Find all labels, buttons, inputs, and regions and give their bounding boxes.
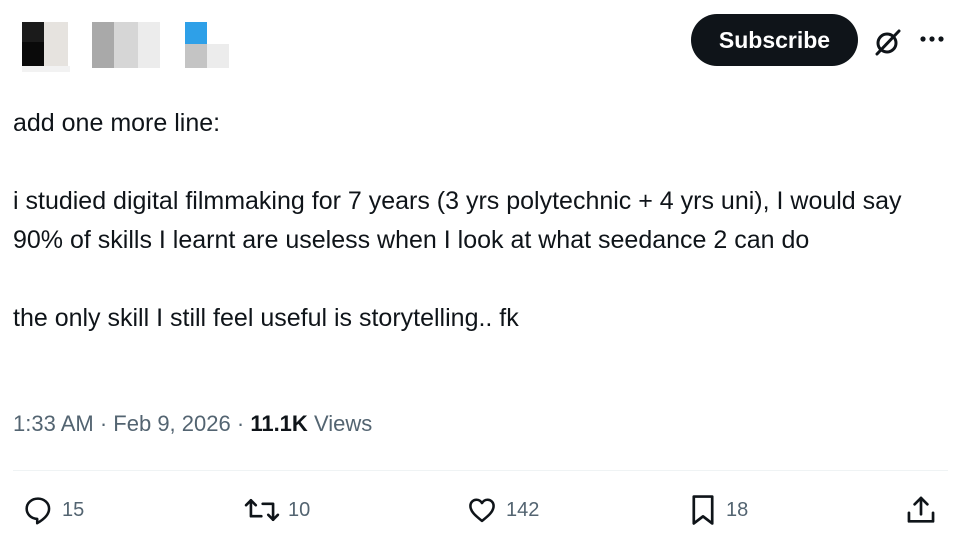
tweet-line-1: add one more line:	[13, 109, 221, 137]
tweet-meta: 1:33 AM · Feb 9, 2026 · 11.1K Views	[13, 407, 372, 441]
views-count: 11.1K	[250, 411, 308, 436]
repost-icon	[244, 494, 280, 526]
author-name-redacted[interactable]	[92, 22, 232, 72]
bookmark-button[interactable]: 18	[688, 492, 748, 528]
more-icon[interactable]	[917, 24, 947, 54]
subscribe-button[interactable]: Subscribe	[691, 14, 858, 66]
tweet-text: add one more line: i studied digital fil…	[13, 104, 948, 338]
share-icon	[904, 493, 938, 527]
repost-count: 10	[288, 498, 311, 521]
reply-count: 15	[62, 498, 85, 521]
meta-separator: ·	[236, 411, 245, 436]
tweet-line-3: the only skill I still feel useful is st…	[13, 304, 519, 332]
reply-icon	[22, 494, 54, 526]
avatar[interactable]	[22, 22, 72, 72]
share-button[interactable]	[904, 492, 938, 528]
reply-button[interactable]: 15	[22, 492, 84, 528]
like-button[interactable]: 142	[466, 492, 539, 528]
meta-separator: ·	[99, 411, 108, 436]
bookmark-icon	[688, 493, 718, 527]
repost-button[interactable]: 10	[244, 492, 310, 528]
divider	[13, 470, 948, 471]
tweet-time[interactable]: 1:33 AM	[13, 411, 94, 436]
like-count: 142	[506, 498, 540, 521]
tweet-line-2: i studied digital filmmaking for 7 years…	[13, 187, 902, 254]
views-label: Views	[313, 411, 373, 436]
heart-icon	[466, 494, 498, 526]
bookmark-count: 18	[726, 498, 749, 521]
grok-icon[interactable]	[872, 26, 904, 58]
tweet-header: Subscribe	[0, 0, 960, 90]
tweet-date[interactable]: Feb 9, 2026	[113, 411, 230, 436]
